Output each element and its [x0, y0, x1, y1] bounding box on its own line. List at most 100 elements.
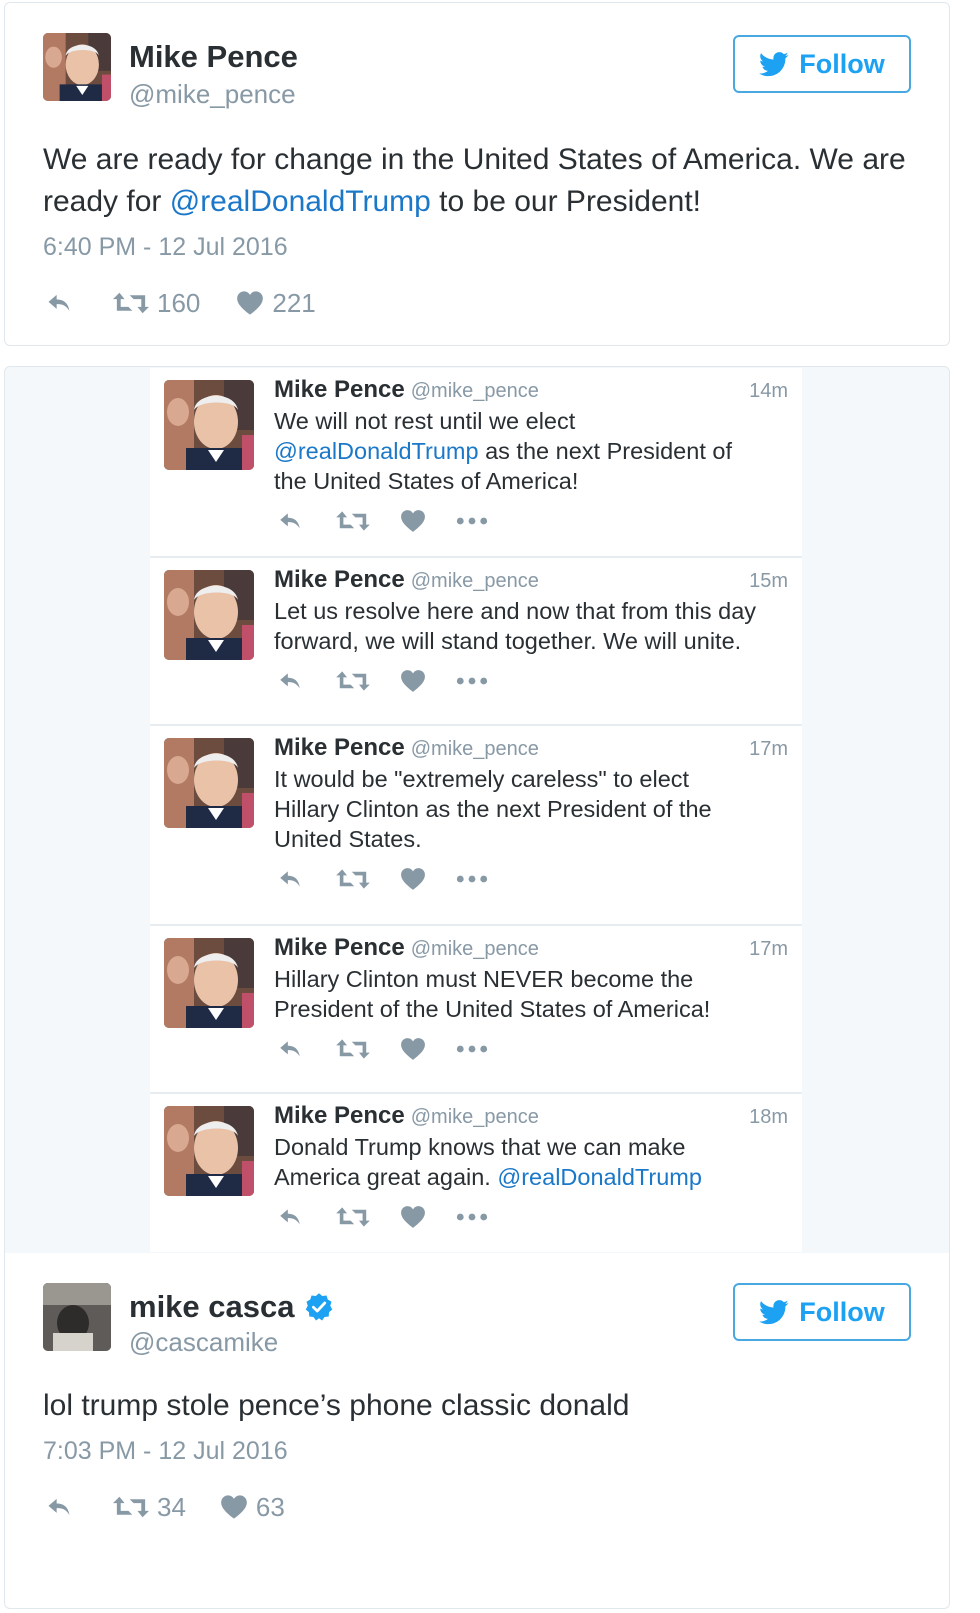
retweet-icon[interactable] [336, 509, 370, 533]
retweet-button[interactable]: 34 [113, 1492, 186, 1523]
reply-icon[interactable] [274, 1036, 306, 1062]
thread-text: Hillary Clinton must NEVER become the Pr… [274, 964, 794, 1024]
avatar[interactable] [164, 570, 254, 660]
heart-icon [220, 1494, 248, 1520]
text-line: Let us resolve here and now that from th… [274, 598, 757, 624]
reply-icon [43, 289, 75, 317]
heart-icon [236, 290, 264, 316]
mention-link[interactable]: @realDonaldTrump [274, 438, 479, 464]
more-icon[interactable] [456, 516, 488, 526]
retweet-count: 160 [157, 287, 201, 318]
retweet-icon[interactable] [336, 867, 370, 891]
thread-actions [274, 1034, 488, 1064]
heart-icon[interactable] [400, 1037, 426, 1061]
bird-icon [759, 1300, 789, 1325]
thread-author[interactable]: Mike Pence @mike_pence [274, 566, 539, 594]
thread-author[interactable]: Mike Pence @mike_pence [274, 934, 539, 962]
thread-text: We will not rest until we elect @realDon… [274, 406, 794, 496]
mention-link[interactable]: @realDonaldTrump [170, 185, 431, 218]
heart-icon[interactable] [400, 867, 426, 891]
more-icon[interactable] [456, 676, 488, 686]
thread-time[interactable]: 15m [749, 570, 788, 593]
like-button[interactable]: 63 [220, 1492, 285, 1523]
retweet-icon[interactable] [336, 1037, 370, 1061]
more-icon[interactable] [456, 1044, 488, 1054]
thread-author[interactable]: Mike Pence @mike_pence [274, 376, 539, 404]
tweet-timestamp[interactable]: 7:03 PM - 12 Jul 2016 [43, 1437, 288, 1466]
more-icon[interactable] [456, 1212, 488, 1222]
author-handle[interactable]: @mike_pence [129, 79, 296, 110]
like-count: 63 [255, 1491, 285, 1522]
heart-icon[interactable] [400, 509, 426, 533]
bird-icon [759, 52, 789, 77]
text-line: We will not rest until we elect [274, 408, 576, 434]
avatar[interactable] [43, 1283, 111, 1351]
text-line: the United States of America! [274, 468, 579, 494]
retweet-icon[interactable] [336, 669, 370, 693]
avatar[interactable] [164, 738, 254, 828]
thread-time[interactable]: 14m [749, 380, 788, 403]
text-line: Hillary Clinton must NEVER become the [274, 966, 694, 992]
author-handle[interactable]: @cascamike [129, 1327, 278, 1358]
follow-button[interactable]: Follow [733, 1283, 911, 1341]
thread-text: Let us resolve here and now that from th… [274, 596, 794, 656]
thread-text: It would be "extremely careless" to elec… [274, 764, 794, 854]
top-tweet-card: Mike Pence @mike_pence Follow We are rea… [4, 2, 950, 346]
retweet-count: 34 [157, 1491, 186, 1522]
author-name[interactable]: Mike Pence [129, 39, 298, 75]
follow-button[interactable]: Follow [733, 35, 911, 93]
thread-tweet[interactable]: Mike Pence @mike_pence 17m It would be "e… [150, 726, 802, 926]
avatar[interactable] [164, 380, 254, 470]
tweet-text: lol trump stole pence’s phone classic do… [43, 1389, 630, 1422]
more-icon[interactable] [456, 874, 488, 884]
text-line: It would be "extremely careless" to elec… [274, 766, 690, 792]
avatar[interactable] [164, 938, 254, 1028]
heart-icon[interactable] [400, 1205, 426, 1229]
thread-author[interactable]: Mike Pence @mike_pence [274, 734, 539, 762]
bottom-tweet-card: mike casca @cascamike Follow lol trump s… [4, 1253, 950, 1609]
like-count: 221 [272, 287, 316, 318]
thread-time[interactable]: 18m [749, 1106, 788, 1129]
reply-icon[interactable] [274, 668, 306, 694]
tweet-actions: 34 63 [43, 1487, 285, 1527]
thread-time[interactable]: 17m [749, 738, 788, 761]
text-line: America great again. @realDonaldTrump [274, 1164, 702, 1190]
text-line: forward, we will stand together. We will… [274, 628, 742, 654]
thread-text: Donald Trump knows that we can make Amer… [274, 1132, 794, 1192]
follow-label: Follow [799, 48, 885, 79]
thread-tweet[interactable]: Mike Pence @mike_pence 15m Let us resolve… [150, 558, 802, 726]
heart-icon[interactable] [400, 669, 426, 693]
thread-tweet[interactable]: Mike Pence @mike_pence 14m We will not re… [150, 368, 802, 558]
thread-actions [274, 506, 488, 536]
like-button[interactable]: 221 [236, 287, 316, 319]
reply-icon[interactable] [274, 866, 306, 892]
thread-tweet[interactable]: Mike Pence @mike_pence 17m Hillary Clinto… [150, 926, 802, 1094]
thread-author[interactable]: Mike Pence @mike_pence [274, 1102, 539, 1130]
thread-actions [274, 864, 488, 894]
text-line: Donald Trump knows that we can make [274, 1134, 686, 1160]
reply-icon[interactable] [274, 508, 306, 534]
reply-button[interactable] [43, 289, 75, 317]
retweet-button[interactable]: 160 [113, 288, 200, 319]
thread-time[interactable]: 17m [749, 938, 788, 961]
reply-icon[interactable] [274, 1204, 306, 1230]
author-name[interactable]: mike casca [129, 1289, 334, 1325]
reply-button[interactable] [43, 1493, 75, 1521]
avatar[interactable] [164, 1106, 254, 1196]
thread-actions [274, 1202, 488, 1232]
tweet-timestamp[interactable]: 6:40 PM - 12 Jul 2016 [43, 233, 288, 262]
tweet-actions: 160 221 [43, 283, 316, 323]
thread-actions [274, 666, 488, 696]
retweet-icon [113, 1494, 149, 1520]
tweet-text: We are ready for change in the United St… [43, 139, 923, 223]
thread-tweet[interactable]: Mike Pence @mike_pence 18m Donald Trump k… [150, 1094, 802, 1252]
avatar[interactable] [43, 33, 111, 101]
mention-link[interactable]: @realDonaldTrump [497, 1164, 702, 1190]
reply-icon [43, 1493, 75, 1521]
retweet-icon[interactable] [336, 1205, 370, 1229]
text-line: United States. [274, 826, 422, 852]
follow-label: Follow [799, 1296, 885, 1327]
text-line: President of the United States of Americ… [274, 996, 711, 1022]
tweet-text-part: to be our President! [430, 185, 702, 218]
text-line: Hillary Clinton as the next President of… [274, 796, 712, 822]
